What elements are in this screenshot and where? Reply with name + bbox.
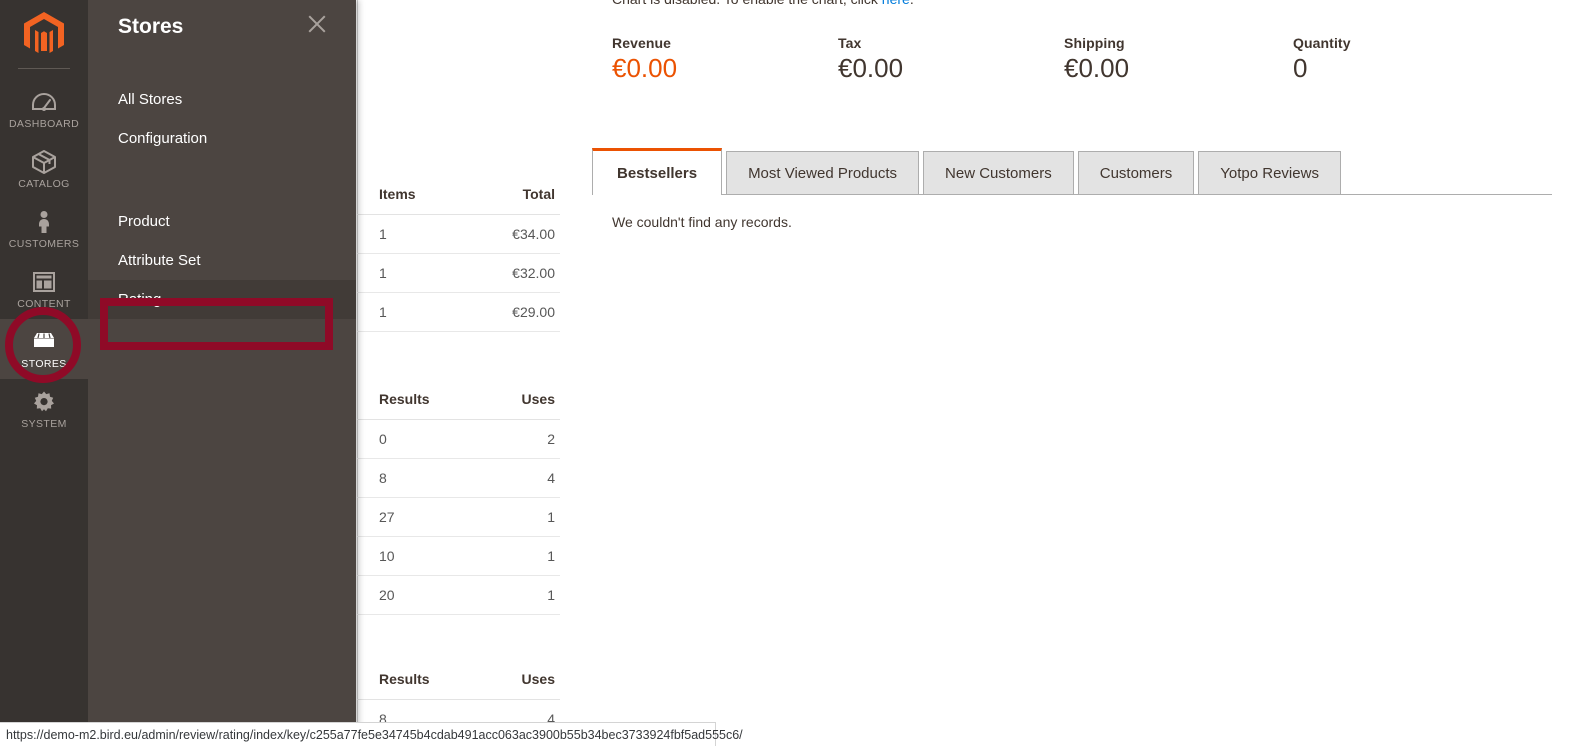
cell-uses: 4 (487, 458, 560, 498)
customers-icon (39, 210, 49, 233)
dashboard-side-grids: Items Total 1 €34.00 1 €32.00 1 €29.00 R… (357, 0, 562, 746)
sidebar-item-content[interactable]: CONTENT (0, 259, 88, 319)
submenu-group-settings: All Stores Configuration (88, 80, 356, 158)
submenu-title: Stores (118, 15, 184, 38)
catalog-icon (32, 149, 56, 174)
enable-chart-link[interactable]: here (882, 0, 910, 7)
chart-disabled-notice: Chart is disabled. To enable the chart, … (612, 0, 914, 7)
table-row[interactable]: 8 4 (357, 458, 560, 498)
col-uses: Uses (487, 663, 560, 700)
table-row[interactable]: 0 2 (357, 419, 560, 459)
cell-uses: 2 (487, 419, 560, 459)
cell-uses: 1 (487, 497, 560, 537)
stat-revenue: Revenue €0.00 (612, 35, 677, 83)
table-header-row: Items Total (357, 178, 560, 215)
tab-bestsellers[interactable]: Bestsellers (592, 148, 723, 195)
cell-items: 1 (357, 253, 469, 293)
table-row[interactable]: 27 1 (357, 497, 560, 537)
tabs-underline (592, 194, 1552, 195)
stat-quantity-value: 0 (1293, 53, 1308, 83)
cell-uses: 1 (487, 536, 560, 576)
tab-customers[interactable]: Customers (1077, 151, 1195, 195)
tabs-active-mask (593, 193, 703, 196)
table-row[interactable]: 1 €29.00 (357, 292, 560, 332)
cell-total: €32.00 (468, 253, 560, 293)
status-url: https://demo-m2.bird.eu/admin/review/rat… (6, 727, 743, 742)
sidebar-item-customers[interactable]: CUSTOMERS (0, 199, 88, 259)
chart-notice-suffix: . (910, 0, 914, 7)
dashboard-tabs: Bestsellers Most Viewed Products New Cus… (592, 148, 1552, 195)
browser-status-bar: https://demo-m2.bird.eu/admin/review/rat… (0, 722, 743, 746)
col-results: Results (357, 383, 488, 420)
stat-shipping: Shipping €0.00 (1064, 35, 1129, 83)
stat-tax-value: €0.00 (838, 53, 904, 83)
sidebar-label-stores: STORES (21, 357, 67, 370)
col-uses: Uses (487, 383, 560, 420)
stat-quantity-label: Quantity (1293, 35, 1351, 51)
cell-results: 10 (357, 536, 488, 576)
col-total: Total (468, 178, 560, 215)
cell-results: 0 (357, 419, 488, 459)
cell-results: 20 (357, 575, 488, 615)
admin-sidebar: DASHBOARD CATALOG CUSTOMERS CONTENT STOR… (0, 0, 88, 746)
dashboard-icon (32, 92, 56, 111)
sidebar-item-catalog[interactable]: CATALOG (0, 139, 88, 199)
table-row[interactable]: 10 1 (357, 536, 560, 576)
sidebar-label-content: CONTENT (17, 297, 71, 310)
sidebar-item-dashboard[interactable]: DASHBOARD (0, 79, 88, 139)
cell-total: €29.00 (468, 292, 560, 332)
tab-empty-message: We couldn't find any records. (612, 214, 792, 230)
table-row[interactable]: 1 €32.00 (357, 253, 560, 293)
submenu-item-product[interactable]: Product (88, 202, 356, 241)
stores-icon (34, 332, 54, 347)
cell-items: 1 (357, 214, 469, 254)
stat-revenue-label: Revenue (612, 35, 672, 51)
sidebar-label-system: SYSTEM (21, 417, 67, 430)
sidebar-label-customers: CUSTOMERS (8, 237, 80, 250)
tab-yotpo-reviews[interactable]: Yotpo Reviews (1198, 151, 1341, 195)
tab-new-customers[interactable]: New Customers (923, 151, 1074, 195)
sidebar-item-system[interactable]: SYSTEM (0, 379, 88, 439)
stat-shipping-label: Shipping (1064, 35, 1125, 51)
stat-shipping-value: €0.00 (1064, 53, 1130, 83)
col-items: Items (357, 178, 469, 215)
cell-uses: 1 (487, 575, 560, 615)
submenu-item-rating[interactable]: Rating (88, 280, 356, 319)
tab-most-viewed-products[interactable]: Most Viewed Products (726, 151, 920, 195)
table-header-row: Results Uses (357, 383, 560, 420)
close-icon[interactable] (304, 11, 330, 37)
sidebar-divider (18, 68, 70, 69)
stat-tax: Tax €0.00 (838, 35, 903, 83)
cell-results: 27 (357, 497, 488, 537)
chart-notice-prefix: Chart is disabled. To enable the chart, … (612, 0, 882, 7)
grid-last-orders: Items Total 1 €34.00 1 €32.00 1 €29.00 (357, 178, 560, 332)
screen: Chart is disabled. To enable the chart, … (0, 0, 1578, 746)
submenu-divider (88, 158, 356, 202)
cell-results: 8 (357, 458, 488, 498)
submenu-item-attribute-set[interactable]: Attribute Set (88, 241, 356, 280)
stat-quantity: Quantity 0 (1293, 35, 1351, 83)
table-header-row: Results Uses (357, 663, 560, 700)
submenu-group-attributes: Product Attribute Set Rating (88, 202, 356, 319)
dashboard-totals: Revenue €0.00 Tax €0.00 Shipping €0.00 Q… (612, 35, 1552, 95)
stores-submenu-panel: Stores All Stores Configuration Product … (88, 0, 356, 746)
sidebar-label-catalog: CATALOG (18, 177, 70, 190)
submenu-item-configuration[interactable]: Configuration (88, 119, 356, 158)
submenu-item-all-stores[interactable]: All Stores (88, 80, 356, 119)
system-icon (34, 391, 54, 411)
stat-tax-label: Tax (838, 35, 862, 51)
col-results: Results (357, 663, 488, 700)
sidebar-label-dashboard: DASHBOARD (8, 117, 80, 130)
cell-total: €34.00 (468, 214, 560, 254)
magento-logo[interactable] (0, 0, 88, 68)
table-row[interactable]: 1 €34.00 (357, 214, 560, 254)
content-icon (33, 271, 55, 292)
table-row[interactable]: 20 1 (357, 575, 560, 615)
sidebar-item-stores[interactable]: STORES (0, 319, 88, 379)
cell-items: 1 (357, 292, 469, 332)
submenu-header: Stores (88, 0, 356, 54)
grid-last-search-terms: Results Uses 0 2 8 4 27 1 10 1 20 1 (357, 383, 560, 615)
tab-list: Bestsellers Most Viewed Products New Cus… (592, 148, 1552, 195)
stat-revenue-value: €0.00 (612, 53, 678, 83)
